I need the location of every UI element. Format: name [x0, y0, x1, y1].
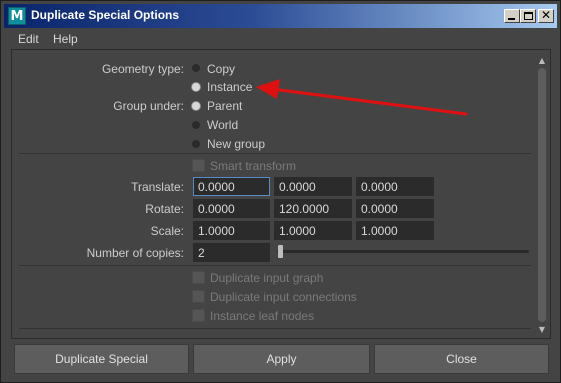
scale-y-field[interactable]: 1.0000	[274, 221, 352, 240]
rotate-z-field[interactable]: 0.0000	[356, 199, 434, 218]
scale-label: Scale:	[150, 224, 184, 238]
radio-parent-label[interactable]: Parent	[207, 99, 242, 113]
instance-leaf-nodes-label: Instance leaf nodes	[210, 309, 315, 323]
radio-world[interactable]	[192, 121, 200, 129]
scale-x-field[interactable]: 1.0000	[193, 221, 270, 240]
smart-transform-checkbox[interactable]	[192, 159, 205, 172]
apply-button[interactable]: Apply	[193, 344, 370, 374]
scrollbar-thumb[interactable]	[538, 68, 546, 322]
close-icon: ✕	[540, 8, 552, 22]
title-bar[interactable]: M Duplicate Special Options ✕	[4, 4, 557, 28]
duplicate-input-connections-checkbox[interactable]	[192, 290, 205, 303]
number-of-copies-field[interactable]: 2	[193, 243, 270, 262]
maximize-button[interactable]	[520, 9, 536, 23]
close-button[interactable]: Close	[374, 344, 549, 374]
duplicate-input-graph-checkbox[interactable]	[192, 271, 205, 284]
separator	[19, 328, 531, 329]
smart-transform-label: Smart transform	[210, 159, 297, 173]
radio-instance-label[interactable]: Instance	[207, 80, 252, 94]
radio-world-label[interactable]: World	[207, 118, 238, 132]
radio-copy[interactable]	[192, 64, 200, 72]
vertical-scrollbar[interactable]: ▲ ▼	[536, 56, 548, 336]
window-title: Duplicate Special Options	[31, 8, 180, 22]
group-under-label: Group under:	[113, 99, 184, 113]
scale-z-field[interactable]: 1.0000	[356, 221, 434, 240]
copies-slider-thumb[interactable]	[278, 245, 283, 258]
rotate-label: Rotate:	[145, 202, 184, 216]
minimize-icon	[508, 18, 515, 20]
scroll-down-icon[interactable]: ▼	[537, 326, 547, 334]
menu-edit[interactable]: Edit	[18, 32, 39, 46]
duplicate-input-connections-label: Duplicate input connections	[210, 290, 357, 304]
instance-leaf-nodes-checkbox[interactable]	[192, 309, 205, 322]
radio-parent[interactable]	[192, 102, 200, 110]
translate-y-field[interactable]: 0.0000	[274, 177, 352, 196]
duplicate-input-graph-label: Duplicate input graph	[210, 271, 324, 285]
translate-z-field[interactable]: 0.0000	[356, 177, 434, 196]
separator	[19, 153, 531, 154]
close-window-button[interactable]: ✕	[538, 8, 554, 23]
maya-app-icon: M	[8, 7, 26, 25]
rotate-y-field[interactable]: 120.0000	[274, 199, 352, 218]
translate-label: Translate:	[131, 180, 184, 194]
menu-help[interactable]: Help	[53, 32, 78, 46]
maximize-icon	[524, 12, 533, 20]
minimize-button[interactable]	[504, 9, 520, 23]
radio-new-group-label[interactable]: New group	[207, 137, 265, 151]
rotate-x-field[interactable]: 0.0000	[193, 199, 270, 218]
duplicate-special-button[interactable]: Duplicate Special	[14, 344, 189, 374]
radio-copy-label[interactable]: Copy	[207, 62, 235, 76]
geometry-type-label: Geometry type:	[101, 62, 184, 76]
radio-new-group[interactable]	[192, 140, 200, 148]
translate-x-field[interactable]: 0.0000	[193, 177, 270, 196]
separator	[19, 265, 531, 266]
number-of-copies-label: Number of copies:	[86, 246, 184, 260]
duplicate-special-options-window: M Duplicate Special Options ✕ Edit Help …	[0, 0, 561, 383]
copies-slider-track[interactable]	[277, 250, 529, 253]
scroll-up-icon[interactable]: ▲	[537, 57, 547, 65]
radio-instance[interactable]	[192, 83, 200, 91]
menu-bar: Edit Help	[4, 29, 557, 49]
